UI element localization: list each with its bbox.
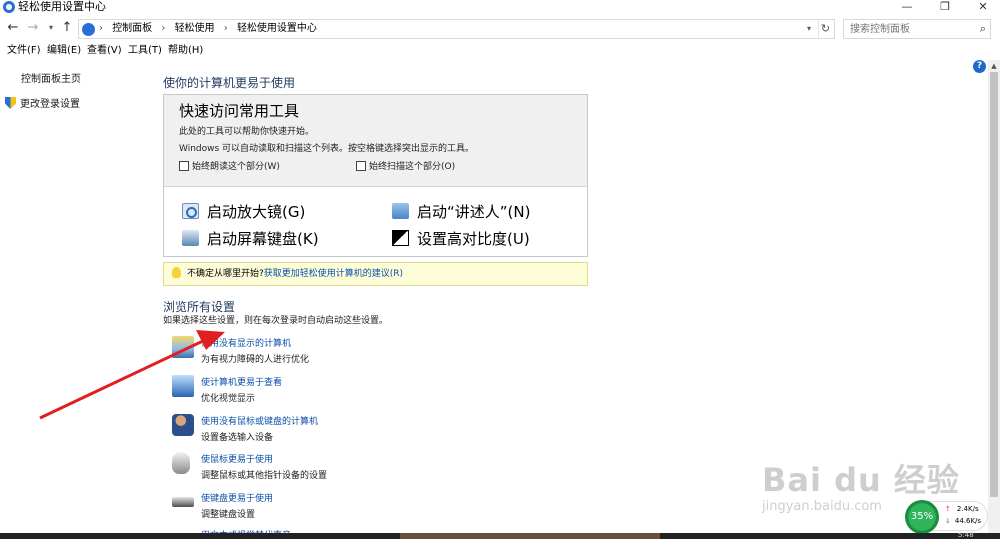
setting-description: 为有视力障碍的人进行优化 [201, 355, 310, 365]
hint-prefix: 不确定从哪里开始? [187, 269, 264, 279]
back-button[interactable]: ← [6, 19, 20, 37]
address-dropdown-icon[interactable]: ▾ [802, 20, 816, 38]
setting-description: 优化视觉显示 [201, 394, 256, 404]
set-high-contrast-button[interactable]: 设置高对比度(U) [392, 228, 530, 249]
breadcrumb-item-ease-of-access-center[interactable]: 轻松使用设置中心 [237, 23, 317, 34]
checkbox-box[interactable] [356, 161, 366, 171]
quick-access-panel: 快速访问常用工具 此处的工具可以帮助你快速开始。 Windows 可以自动读取和… [163, 94, 588, 257]
menu-tools[interactable]: 工具(T) [128, 43, 162, 59]
address-bar: ← → ▾ ↑ › 控制面板 › 轻松使用 › 轻松使用设置中心 ▾ ↻ ⌕ [0, 16, 1000, 40]
network-speed-widget[interactable]: 35% ↑ 2.4K/s ↓ 44.6K/s [905, 500, 988, 534]
search-input[interactable] [844, 20, 964, 38]
setting-link[interactable]: 使用没有鼠标或键盘的计算机 [201, 414, 318, 427]
set-high-contrast-label: 设置高对比度(U) [417, 230, 530, 248]
control-panel-icon [82, 23, 95, 36]
setting-description: 调整键盘设置 [201, 510, 256, 520]
start-narrator-label: 启动“讲述人”(N) [417, 203, 531, 221]
start-magnifier-label: 启动放大镜(G) [207, 203, 306, 221]
recommendation-hint: 不确定从哪里开始?获取更加轻松使用计算机的建议(R) [163, 262, 588, 286]
shield-icon [5, 97, 16, 109]
download-speed: ↓ 44.6K/s [945, 517, 981, 525]
always-read-label: 始终朗读这个部分(W) [192, 162, 280, 172]
menu-edit[interactable]: 编辑(E) [47, 43, 81, 59]
setting-link[interactable]: 使键盘更易于使用 [201, 491, 273, 504]
always-scan-checkbox[interactable]: 始终扫描这个部分(O) [356, 159, 455, 172]
forward-button[interactable]: → [26, 19, 40, 37]
menu-file[interactable]: 文件(F) [7, 43, 41, 59]
refresh-icon[interactable]: ↻ [818, 20, 832, 38]
ease-of-access-icon [3, 1, 15, 13]
mouse-icon [172, 452, 190, 474]
narrator-icon [392, 203, 409, 219]
on-screen-keyboard-icon [182, 230, 199, 246]
up-button[interactable]: ↑ [60, 19, 74, 37]
quick-access-title: 快速访问常用工具 [179, 102, 300, 120]
watermark-logo: Bai du 经验 [762, 461, 960, 499]
taskbar-clock: 5:48 [958, 531, 974, 539]
menu-bar: 文件(F) 编辑(E) 查看(V) 工具(T) 帮助(H) [0, 43, 1000, 59]
quick-access-description: 此处的工具可以帮助你快速开始。 [179, 127, 315, 137]
breadcrumb-separator: › [223, 23, 228, 34]
recent-locations-chevron-icon[interactable]: ▾ [44, 19, 58, 37]
high-contrast-icon [392, 230, 409, 246]
magnifier-icon [182, 203, 199, 219]
upload-arrow-icon: ↑ [945, 505, 951, 513]
breadcrumb-separator: › [99, 23, 103, 34]
search-box: ⌕ [843, 19, 991, 39]
change-login-settings-label: 更改登录设置 [20, 99, 80, 110]
setting-link[interactable]: 使鼠标更易于使用 [201, 452, 273, 465]
breadcrumb-item-ease-of-access[interactable]: 轻松使用 [175, 23, 215, 34]
close-button[interactable]: ✕ [968, 0, 998, 14]
maximize-button[interactable]: ❐ [930, 0, 960, 14]
menu-help[interactable]: 帮助(H) [168, 43, 203, 59]
setting-description: 调整鼠标或其他指针设备的设置 [201, 471, 328, 481]
scroll-up-arrow-icon[interactable]: ▲ [988, 60, 1000, 72]
window-title: 轻松使用设置中心 [18, 0, 106, 13]
title-bar: 轻松使用设置中心 — ❐ ✕ [0, 0, 1000, 14]
start-on-screen-keyboard-button[interactable]: 启动屏幕键盘(K) [182, 228, 319, 249]
breadcrumb-item-control-panel[interactable]: 控制面板 [112, 23, 152, 34]
minimize-button[interactable]: — [892, 0, 922, 14]
search-icon[interactable]: ⌕ [980, 22, 986, 36]
lightbulb-icon [172, 267, 181, 278]
monitor-icon [172, 336, 194, 358]
scroll-thumb[interactable] [990, 72, 998, 497]
page-title: 使你的计算机更易于使用 [163, 76, 296, 90]
always-scan-label: 始终扫描这个部分(O) [369, 162, 456, 172]
setting-link[interactable]: 使计算机更易于查看 [201, 375, 282, 388]
menu-view[interactable]: 查看(V) [87, 43, 122, 59]
help-icon[interactable]: ? [973, 60, 986, 73]
get-recommendations-link[interactable]: 获取更加轻松使用计算机的建议(R) [264, 269, 403, 279]
taskbar-app-thumbnail[interactable] [400, 533, 660, 539]
upload-speed: ↑ 2.4K/s [945, 505, 979, 513]
control-panel-home-link[interactable]: 控制面板主页 [21, 70, 81, 85]
start-narrator-button[interactable]: 启动“讲述人”(N) [392, 201, 530, 222]
start-on-screen-keyboard-label: 启动屏幕键盘(K) [207, 230, 319, 248]
breadcrumb: › 控制面板 › 轻松使用 › 轻松使用设置中心 [99, 20, 323, 38]
keyboard-icon [172, 497, 194, 507]
start-magnifier-button[interactable]: 启动放大镜(G) [182, 201, 305, 222]
display-icon [172, 375, 194, 397]
upload-speed-value: 2.4K/s [956, 505, 979, 513]
memory-usage-badge: 35% [905, 500, 939, 534]
change-login-settings-link[interactable]: 更改登录设置 [5, 95, 80, 110]
vertical-scrollbar[interactable]: ▲ [988, 60, 1000, 535]
checkbox-box[interactable] [179, 161, 189, 171]
address-field[interactable]: › 控制面板 › 轻松使用 › 轻松使用设置中心 ▾ ↻ [78, 19, 835, 39]
person-icon [172, 414, 194, 436]
quick-access-header: 快速访问常用工具 此处的工具可以帮助你快速开始。 Windows 可以自动读取和… [164, 95, 587, 187]
breadcrumb-separator: › [161, 23, 166, 34]
setting-link[interactable]: 使用没有显示的计算机 [201, 336, 291, 349]
download-speed-value: 44.6K/s [954, 517, 982, 525]
always-read-checkbox[interactable]: 始终朗读这个部分(W) [179, 159, 280, 172]
browse-settings-description: 如果选择这些设置，则在每次登录时自动启动这些设置。 [163, 316, 389, 326]
download-arrow-icon: ↓ [945, 517, 951, 525]
quick-access-instructions: Windows 可以自动读取和扫描这个列表。按空格键选择突出显示的工具。 [179, 144, 475, 154]
setting-description: 设置备选输入设备 [201, 433, 274, 443]
